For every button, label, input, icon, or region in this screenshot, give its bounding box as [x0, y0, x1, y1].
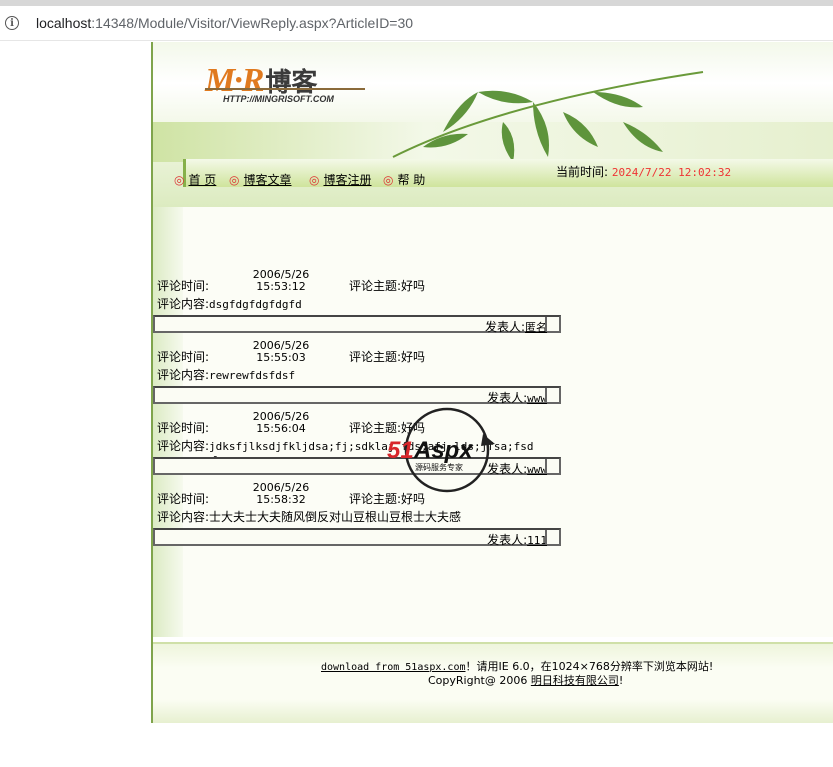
info-icon[interactable]: i	[5, 16, 19, 30]
reply-content-value: dsgfdgfdgfdgfd	[209, 298, 302, 311]
bullet-icon: ◎	[309, 173, 320, 187]
poster-label: 发表人:	[487, 533, 528, 547]
watermark-logo: 51 Aspx 源码服务专家	[387, 407, 495, 493]
reply-content-label: 评论内容:	[157, 439, 210, 453]
current-time: 当前时间: 2024/7/22 12:02:32	[556, 163, 731, 180]
banner: M·R博客 HTTP://MINGRISOFT.COM ◎ 首 页 ◎ 博客文章 ◎…	[153, 42, 833, 207]
company-link[interactable]: 明日科技有限公司	[531, 674, 619, 687]
reply-subject-label: 评论主题:	[349, 350, 402, 364]
reply-clock: 15:56:04	[256, 422, 306, 435]
reply-content: 评论内容:dsgfdgfdgfdgfd	[157, 297, 567, 312]
svg-text:Aspx: Aspx	[413, 437, 474, 464]
url-host: localhost	[36, 15, 92, 31]
nav-item-articles[interactable]: ◎ 博客文章	[229, 171, 292, 188]
svg-text:51: 51	[387, 437, 414, 464]
poster-bar-cap	[545, 530, 559, 544]
logo-url-text: HTTP://MINGRISOFT.COM	[223, 94, 334, 104]
reply-time-value: 2006/5/26 15:53:12	[249, 269, 313, 293]
reply-clock: 15:58:32	[256, 493, 306, 506]
poster-bar: 发表人:www	[153, 386, 561, 405]
reply-content-value: rewrewfdsfdsf	[209, 369, 296, 382]
nav-item-home[interactable]: ◎ 首 页	[174, 171, 216, 188]
nav-link-register[interactable]: 博客注册	[323, 173, 371, 187]
nav-link-home[interactable]: 首 页	[188, 173, 216, 187]
current-time-label: 当前时间:	[556, 165, 609, 179]
reply-content-label: 评论内容:	[157, 297, 210, 311]
poster-bar-cap	[545, 317, 559, 331]
nav-item-help[interactable]: ◎ 帮 助	[383, 171, 425, 188]
svg-text:源码服务专家: 源码服务专家	[415, 462, 463, 472]
page-frame: M·R博客 HTTP://MINGRISOFT.COM ◎ 首 页 ◎ 博客文章 ◎…	[151, 42, 833, 723]
bamboo-leaves-icon	[392, 71, 704, 162]
footer-end: !	[618, 674, 624, 687]
footer-line-2: CopyRight@ 2006 明日科技有限公司!	[428, 672, 623, 688]
page-footer: download from 51aspx.com！请用IE 6.0，在1024×…	[153, 642, 833, 723]
reply-time-label: 评论时间:	[157, 492, 210, 506]
poster-bar-cap	[545, 459, 559, 473]
current-time-value: 2024/7/22 12:02:32	[611, 166, 732, 179]
reply-time-value: 2006/5/26 15:58:32	[249, 482, 313, 506]
reply-time-label: 评论时间:	[157, 350, 210, 364]
poster-bar: 发表人:111	[153, 528, 561, 548]
nav-link-articles[interactable]: 博客文章	[243, 173, 291, 187]
reply-item: 评论时间: 2006/5/26 15:53:12 评论主题:好吗 评论内容:dsg…	[157, 269, 567, 312]
reply-clock: 15:53:12	[256, 280, 306, 293]
nav-item-register[interactable]: ◎ 博客注册	[309, 171, 372, 188]
reply-time-label: 评论时间:	[157, 421, 210, 435]
reply-content-label: 评论内容:	[157, 368, 210, 382]
poster-label: 发表人:	[484, 320, 525, 334]
nav-link-help[interactable]: 帮 助	[397, 173, 425, 187]
poster: 发表人:匿名	[485, 318, 547, 335]
reply-clock: 15:55:03	[256, 351, 306, 364]
poster: 发表人:111	[487, 531, 547, 548]
reply-subject: 评论主题:好吗	[349, 277, 425, 294]
reply-time-label: 评论时间:	[157, 279, 210, 293]
nav-bar: ◎ 首 页 ◎ 博客文章 ◎ 博客注册 ◎ 帮 助 当前时间: 2024/7/22 12…	[174, 159, 833, 188]
reply-item: 评论时间: 2006/5/26 15:55:03 评论主题:好吗 评论内容:rew…	[157, 340, 567, 383]
reply-content-label: 评论内容:	[157, 510, 210, 524]
address-bar[interactable]: i localhost:14348/Module/Visitor/ViewRep…	[0, 6, 833, 41]
reply-subject-value: 好吗	[401, 279, 426, 293]
footer-copyright: CopyRight@ 2006	[428, 674, 531, 687]
reply-subject: 评论主题:好吗	[349, 348, 425, 365]
url-path: :14348/Module/Visitor/ViewReply.aspx?Art…	[91, 15, 414, 31]
logo-underline	[205, 88, 365, 90]
reply-time-value: 2006/5/26 15:56:04	[249, 411, 313, 435]
reply-content: 评论内容:rewrewfdsfdsf	[157, 368, 567, 383]
bullet-icon: ◎	[383, 173, 394, 187]
reply-content-value: 士大夫士大夫随风倒反对山豆根山豆根士大夫感	[209, 510, 462, 524]
reply-subject-label: 评论主题:	[349, 279, 402, 293]
bullet-icon: ◎	[174, 173, 185, 187]
poster-link[interactable]: 匿名	[525, 321, 547, 334]
url-text[interactable]: localhost:14348/Module/Visitor/ViewReply…	[36, 15, 413, 31]
reply-content: 评论内容:士大夫士大夫随风倒反对山豆根山豆根士大夫感	[157, 510, 567, 524]
reply-subject-value: 好吗	[401, 350, 426, 364]
reply-time-value: 2006/5/26 15:55:03	[249, 340, 313, 364]
bullet-icon: ◎	[229, 173, 240, 187]
poster-label: 发表人:	[487, 391, 528, 405]
poster-bar: 发表人:匿名	[153, 315, 561, 335]
poster-bar-cap	[545, 388, 559, 402]
